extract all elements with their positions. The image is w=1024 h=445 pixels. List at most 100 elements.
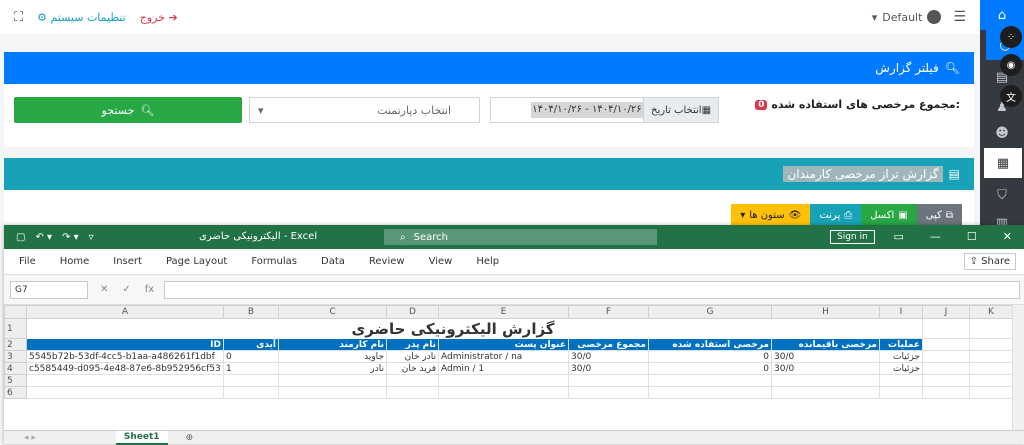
cell[interactable] xyxy=(969,374,1013,387)
cell[interactable] xyxy=(879,318,923,339)
assistant-float-icon[interactable]: ◉ xyxy=(1000,54,1022,76)
copy-button[interactable]: کپی ⧉ xyxy=(916,204,962,226)
row-header-6[interactable]: 6 xyxy=(4,386,27,399)
tab-home[interactable]: Home xyxy=(60,256,90,267)
cell[interactable] xyxy=(386,374,439,387)
cell[interactable] xyxy=(648,386,772,399)
name-box[interactable]: G7 xyxy=(10,280,88,299)
cell[interactable] xyxy=(922,374,970,387)
cell-father-name[interactable]: نادر خان xyxy=(386,350,439,363)
cell[interactable] xyxy=(568,386,649,399)
cell[interactable] xyxy=(438,374,569,387)
tab-help[interactable]: Help xyxy=(476,256,499,267)
cell[interactable] xyxy=(922,386,970,399)
row-header-5[interactable]: 5 xyxy=(4,374,27,387)
cell[interactable] xyxy=(922,338,970,351)
cell[interactable] xyxy=(969,386,1013,399)
col-header-k[interactable]: K xyxy=(969,305,1013,319)
redo-icon[interactable]: ↷ ▾ xyxy=(62,232,79,243)
undo-icon[interactable]: ↶ ▾ xyxy=(35,232,52,243)
cell-employee-name[interactable]: نادر xyxy=(278,362,387,375)
cell-used-leave[interactable]: 0 xyxy=(648,362,772,375)
maximize-icon[interactable]: ☐ xyxy=(967,230,977,243)
cell-id[interactable]: 5545b72b-53df-4cc5-b1aa-a486261f1dbf xyxy=(26,350,224,363)
col-header-e[interactable]: E xyxy=(438,305,569,319)
close-icon[interactable]: ✕ xyxy=(1003,230,1012,243)
cell[interactable] xyxy=(969,318,1013,339)
print-button[interactable]: پرنت ⎙ xyxy=(810,204,862,226)
cell[interactable] xyxy=(223,374,279,387)
col-header-c[interactable]: C xyxy=(278,305,387,319)
cell-employee-name[interactable]: جاوید xyxy=(278,350,387,363)
cell-used-leave[interactable]: 0 xyxy=(648,350,772,363)
cell-total-leave[interactable]: 30/0 xyxy=(568,362,649,375)
confirm-icon[interactable]: ✓ xyxy=(122,284,130,295)
col-header-g[interactable]: G xyxy=(648,305,772,319)
formula-input[interactable] xyxy=(164,280,1020,299)
tab-data[interactable]: Data xyxy=(321,256,345,267)
cancel-icon[interactable]: ✕ xyxy=(100,284,108,295)
expand-icon[interactable]: ⛶ xyxy=(14,10,23,25)
add-sheet-icon[interactable]: ⊕ xyxy=(186,433,194,443)
sheet-nav-icon[interactable]: ◂ ▸ xyxy=(24,433,36,443)
cell[interactable] xyxy=(278,374,387,387)
user-menu[interactable]: ▾ Default xyxy=(872,10,942,24)
col-header-b[interactable]: B xyxy=(223,305,279,319)
system-settings-link[interactable]: ⚙ تنظیمات سیستم xyxy=(37,11,126,24)
cell-record-id[interactable]: 1 xyxy=(223,362,279,375)
header-total-leave[interactable]: مجموع مرخصی xyxy=(568,338,649,351)
cell[interactable] xyxy=(568,374,649,387)
cell-id[interactable]: c5585449-d095-4e48-87e6-8b952956cf53 xyxy=(26,362,224,375)
header-employee-name[interactable]: نام کارمند xyxy=(278,338,387,351)
cell[interactable] xyxy=(969,338,1013,351)
col-header-j[interactable]: J xyxy=(922,305,970,319)
header-id[interactable]: ID xyxy=(26,338,224,351)
row-header-4[interactable]: 4 xyxy=(4,362,27,375)
cell[interactable] xyxy=(922,318,970,339)
header-actions[interactable]: عملیات xyxy=(879,338,923,351)
cell[interactable] xyxy=(386,386,439,399)
tab-insert[interactable]: Insert xyxy=(113,256,142,267)
tab-formulas[interactable]: Formulas xyxy=(251,256,297,267)
group-icon[interactable]: ☻ xyxy=(980,118,1024,148)
exit-link[interactable]: خروج ➔ xyxy=(140,11,178,24)
translate-float-icon[interactable]: 文 xyxy=(1000,85,1022,107)
tab-review[interactable]: Review xyxy=(369,256,405,267)
home-icon[interactable]: ⌂ xyxy=(980,0,1024,30)
cell-father-name[interactable]: فرید خان xyxy=(386,362,439,375)
cell-remaining-leave[interactable]: 30/0 xyxy=(771,350,880,363)
department-select[interactable]: ▾ انتخاب دپارتمنت xyxy=(249,97,480,123)
cell[interactable] xyxy=(969,362,1013,375)
cell-actions[interactable]: جزئیات xyxy=(879,362,923,375)
cell[interactable] xyxy=(922,362,970,375)
cell[interactable] xyxy=(922,350,970,363)
apps-float-icon[interactable]: ⁘ xyxy=(1000,26,1022,48)
cell[interactable] xyxy=(771,386,880,399)
sheet-title[interactable]: گزارش الیکترونیکی حاضری xyxy=(26,318,880,339)
cell[interactable] xyxy=(969,350,1013,363)
cell-record-id[interactable]: 0 xyxy=(223,350,279,363)
cell-actions[interactable]: جزئیات xyxy=(879,350,923,363)
cell[interactable] xyxy=(438,386,569,399)
cell-remaining-leave[interactable]: 30/0 xyxy=(771,362,880,375)
select-all-corner[interactable] xyxy=(4,305,27,319)
col-header-h[interactable]: H xyxy=(771,305,880,319)
sheet-tab-sheet1[interactable]: Sheet1 xyxy=(115,430,168,445)
hamburger-menu-icon[interactable]: ☰ xyxy=(953,9,966,25)
header-used-leave[interactable]: مرخصی استفاده شده xyxy=(648,338,772,351)
sign-in-button[interactable]: Sign in xyxy=(830,230,875,244)
cell[interactable] xyxy=(26,374,224,387)
row-header-2[interactable]: 2 xyxy=(4,338,27,351)
ribbon-display-icon[interactable]: ▭ xyxy=(894,230,904,243)
header-position[interactable]: عنوان پست xyxy=(438,338,569,351)
cell[interactable] xyxy=(771,374,880,387)
select-date-button[interactable]: انتخاب تاریخ ▦ xyxy=(643,98,718,122)
col-header-f[interactable]: F xyxy=(568,305,649,319)
col-header-d[interactable]: D xyxy=(386,305,439,319)
columns-button[interactable]: ▾ ستون ها 👁︎ xyxy=(731,204,811,226)
cell[interactable] xyxy=(648,374,772,387)
save-icon[interactable]: ▢ xyxy=(16,232,25,243)
header-father-name[interactable]: نام پدر xyxy=(386,338,439,351)
excel-search-box[interactable]: ⌕ Search xyxy=(384,229,657,245)
cell[interactable] xyxy=(879,374,923,387)
